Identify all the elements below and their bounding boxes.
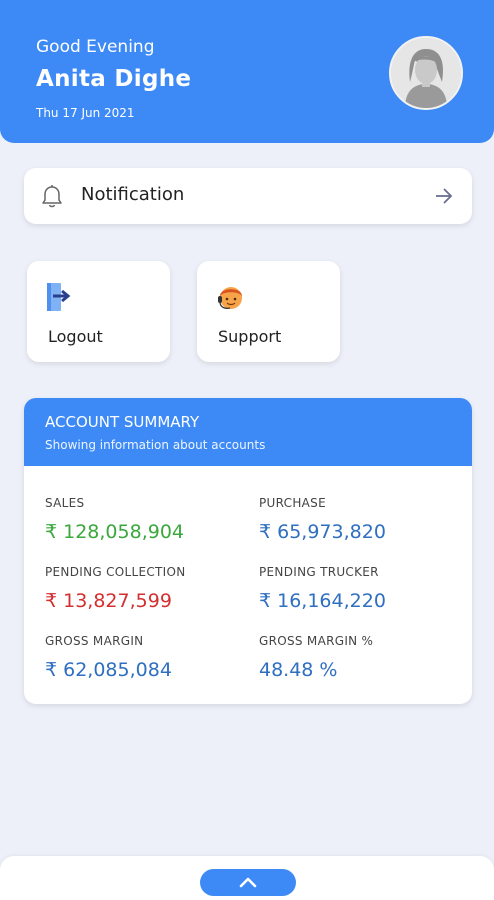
gross-margin-percent-label: GROSS MARGIN % <box>259 634 374 648</box>
gross-margin-value: ₹ 62,085,084 <box>45 659 172 681</box>
logout-icon <box>47 283 71 311</box>
support-agent-icon <box>218 287 242 309</box>
account-summary-card: ACCOUNT SUMMARY Showing information abou… <box>24 398 472 704</box>
greeting-text: Good Evening <box>36 37 155 57</box>
pending-collection-value: ₹ 13,827,599 <box>45 590 172 612</box>
pending-trucker-label: PENDING TRUCKER <box>259 565 379 579</box>
notification-label: Notification <box>81 184 185 205</box>
sales-label: SALES <box>45 496 85 510</box>
user-name: Anita Dighe <box>36 66 192 92</box>
header: Good Evening Anita Dighe Thu 17 Jun 2021 <box>0 0 494 143</box>
account-summary-title: ACCOUNT SUMMARY <box>45 413 200 431</box>
arrow-right-icon[interactable] <box>434 186 454 206</box>
sales-value: ₹ 128,058,904 <box>45 521 185 543</box>
bottom-sheet-bar <box>0 856 494 900</box>
account-summary-header: ACCOUNT SUMMARY Showing information abou… <box>24 398 472 466</box>
purchase-label: PURCHASE <box>259 496 326 510</box>
expand-button[interactable] <box>200 869 296 896</box>
pending-collection-label: PENDING COLLECTION <box>45 565 186 579</box>
account-summary-subtitle: Showing information about accounts <box>45 438 266 452</box>
support-label: Support <box>218 327 282 346</box>
gross-margin-label: GROSS MARGIN <box>45 634 144 648</box>
bell-icon <box>42 185 62 208</box>
support-button[interactable]: Support <box>197 261 340 362</box>
gross-margin-percent-value: 48.48 % <box>259 659 338 681</box>
chevron-up-icon <box>239 877 257 888</box>
user-avatar-icon <box>391 38 461 108</box>
pending-trucker-value: ₹ 16,164,220 <box>259 590 386 612</box>
notification-card[interactable]: Notification <box>24 168 472 224</box>
logout-label: Logout <box>48 327 103 346</box>
avatar[interactable] <box>389 36 463 110</box>
purchase-value: ₹ 65,973,820 <box>259 521 386 543</box>
current-date: Thu 17 Jun 2021 <box>36 106 135 120</box>
logout-button[interactable]: Logout <box>27 261 170 362</box>
